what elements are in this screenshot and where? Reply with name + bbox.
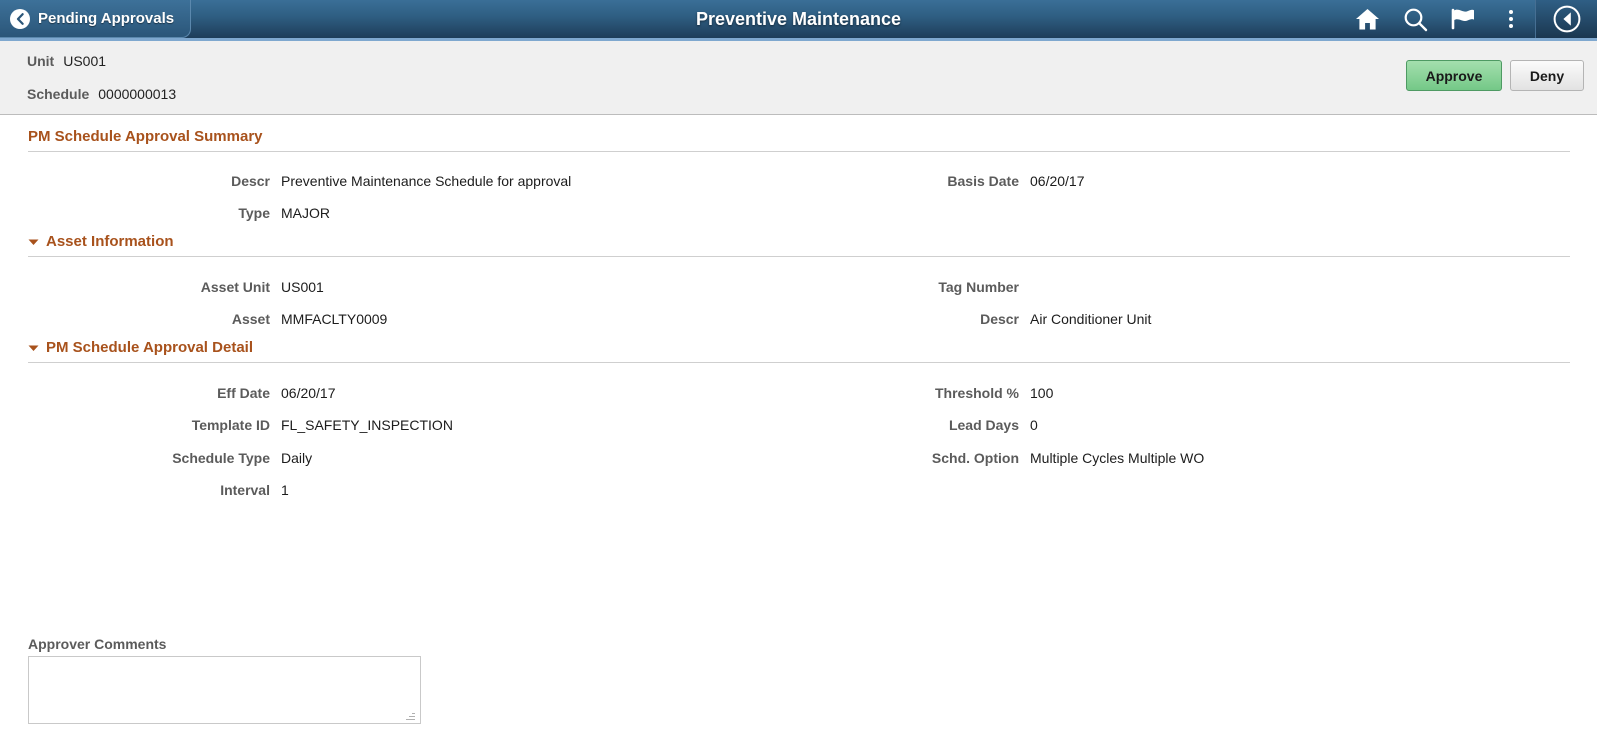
field-eff-date-value: 06/20/17 xyxy=(281,385,336,401)
field-asset-label: Asset xyxy=(231,311,270,327)
kebab-menu-icon[interactable] xyxy=(1487,0,1535,38)
field-basis-date-label: Basis Date xyxy=(947,173,1019,189)
navbar-compass-icon[interactable] xyxy=(1535,0,1597,38)
approver-comments-input[interactable] xyxy=(28,656,421,724)
back-button-label: Pending Approvals xyxy=(38,10,175,27)
field-asset-descr-value: Air Conditioner Unit xyxy=(1030,311,1152,327)
field-descr-summary: Descr Preventive Maintenance Schedule fo… xyxy=(231,173,572,189)
page-content: PM Schedule Approval Summary Descr Preve… xyxy=(0,115,1597,734)
unit-label: Unit xyxy=(27,53,55,69)
field-template-id-value: FL_SAFETY_INSPECTION xyxy=(281,417,453,433)
field-eff-date: Eff Date 06/20/17 xyxy=(217,385,336,401)
caret-down-icon[interactable] xyxy=(28,344,39,352)
approver-comments-label: Approver Comments xyxy=(28,636,167,652)
field-asset-unit-value: US001 xyxy=(281,279,324,295)
field-type-value: MAJOR xyxy=(281,205,330,221)
schedule-field: Schedule 0000000013 xyxy=(27,86,176,102)
field-template-id-label: Template ID xyxy=(191,417,270,433)
field-schedule-type-label: Schedule Type xyxy=(172,450,270,466)
field-schedule-type: Schedule Type Daily xyxy=(172,450,313,466)
field-template-id: Template ID FL_SAFETY_INSPECTION xyxy=(192,417,453,433)
field-asset-descr: Descr Air Conditioner Unit xyxy=(980,311,1152,327)
field-asset-descr-label: Descr xyxy=(980,311,1019,327)
field-threshold-pct-value: 100 xyxy=(1030,385,1054,401)
chevron-left-icon xyxy=(10,8,30,29)
deny-button[interactable]: Deny xyxy=(1510,60,1584,91)
section-detail-title: PM Schedule Approval Detail xyxy=(46,339,253,356)
section-summary-header: PM Schedule Approval Summary xyxy=(28,128,1570,152)
section-summary-title: PM Schedule Approval Summary xyxy=(28,128,263,145)
section-detail-header[interactable]: PM Schedule Approval Detail xyxy=(28,339,1570,363)
field-schedule-type-value: Daily xyxy=(281,450,313,466)
field-lead-days-label: Lead Days xyxy=(948,417,1019,433)
field-type-label: Type xyxy=(238,205,270,221)
section-detail-title-row[interactable]: PM Schedule Approval Detail xyxy=(28,339,1570,362)
section-asset-title: Asset Information xyxy=(46,233,174,250)
field-descr-summary-value: Preventive Maintenance Schedule for appr… xyxy=(281,173,572,189)
field-schd-option-value: Multiple Cycles Multiple WO xyxy=(1030,450,1205,466)
schedule-value: 0000000013 xyxy=(98,86,177,102)
approval-action-buttons: Approve Deny xyxy=(1406,60,1584,91)
field-asset-value: MMFACLTY0009 xyxy=(281,311,388,327)
field-interval-label: Interval xyxy=(220,482,270,498)
sub-header: Unit US001 Schedule 0000000013 Approve D… xyxy=(0,41,1597,115)
field-asset-unit: Asset Unit US001 xyxy=(201,279,324,295)
field-asset: Asset MMFACLTY0009 xyxy=(232,311,388,327)
kebab-dots xyxy=(1509,10,1513,28)
section-asset-header[interactable]: Asset Information xyxy=(28,233,1570,257)
back-to-pending-approvals-button[interactable]: Pending Approvals xyxy=(0,0,192,38)
field-interval-value: 1 xyxy=(281,482,289,498)
caret-down-icon[interactable] xyxy=(28,238,39,246)
home-icon[interactable] xyxy=(1343,0,1391,38)
field-interval: Interval 1 xyxy=(220,482,289,498)
field-lead-days: Lead Days 0 xyxy=(949,417,1038,433)
banner-icon-group xyxy=(1343,0,1597,38)
section-asset-title-row[interactable]: Asset Information xyxy=(28,233,1570,256)
field-basis-date-value: 06/20/17 xyxy=(1030,173,1085,189)
unit-field: Unit US001 xyxy=(27,53,106,69)
field-lead-days-value: 0 xyxy=(1030,417,1038,433)
field-asset-unit-label: Asset Unit xyxy=(200,279,270,295)
section-detail-divider xyxy=(28,362,1570,363)
field-eff-date-label: Eff Date xyxy=(217,385,270,401)
section-summary-divider xyxy=(28,151,1570,152)
schedule-label: Schedule xyxy=(27,86,90,102)
field-type: Type MAJOR xyxy=(238,205,330,221)
field-threshold-pct-label: Threshold % xyxy=(934,385,1019,401)
approve-button[interactable]: Approve xyxy=(1406,60,1502,91)
app-banner: Pending Approvals Preventive Maintenance xyxy=(0,0,1597,41)
field-schd-option: Schd. Option Multiple Cycles Multiple WO xyxy=(932,450,1205,466)
field-schd-option-label: Schd. Option xyxy=(931,450,1019,466)
field-threshold-pct: Threshold % 100 xyxy=(935,385,1054,401)
field-tag-number-label: Tag Number xyxy=(938,279,1019,295)
field-descr-summary-label: Descr xyxy=(231,173,270,189)
section-asset-divider xyxy=(28,256,1570,257)
flag-icon[interactable] xyxy=(1439,0,1487,38)
unit-value: US001 xyxy=(63,53,107,69)
search-icon[interactable] xyxy=(1391,0,1439,38)
field-basis-date: Basis Date 06/20/17 xyxy=(947,173,1085,189)
section-summary-title-row: PM Schedule Approval Summary xyxy=(28,128,1570,151)
